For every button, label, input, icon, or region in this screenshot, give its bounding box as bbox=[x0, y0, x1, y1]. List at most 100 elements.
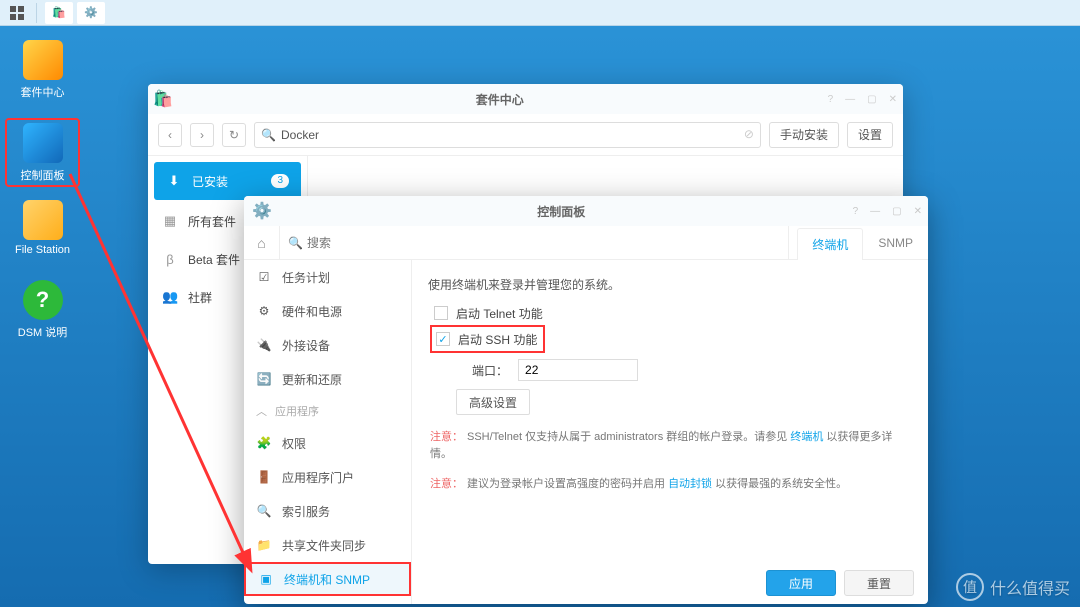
label: Beta 套件 bbox=[188, 251, 240, 268]
task-icon: ☑ bbox=[256, 269, 272, 285]
section-apps[interactable]: ︿ 应用程序 bbox=[244, 396, 411, 426]
sidebar-task-scheduler[interactable]: ☑任务计划 bbox=[244, 260, 411, 294]
titlebar[interactable]: 🛍️ 套件中心 ? — ▢ ✕ bbox=[148, 84, 903, 114]
apply-button[interactable]: 应用 bbox=[766, 570, 836, 596]
window-icon: 🛍️ bbox=[148, 84, 178, 114]
label: 终端机和 SNMP bbox=[284, 571, 370, 588]
label: 启动 Telnet 功能 bbox=[456, 305, 543, 322]
search-icon: 🔍 bbox=[288, 236, 303, 250]
tab-snmp[interactable]: SNMP bbox=[863, 227, 928, 259]
tab-terminal[interactable]: 终端机 bbox=[797, 228, 863, 260]
toolbar: ‹ › ↻ 🔍 ⊘ 手动安装 设置 bbox=[148, 114, 903, 156]
port-input[interactable] bbox=[518, 359, 638, 381]
label: 权限 bbox=[282, 435, 306, 452]
home-button[interactable]: ⌂ bbox=[244, 226, 280, 259]
window-icon: ⚙️ bbox=[248, 197, 276, 225]
window-title: 套件中心 bbox=[178, 91, 822, 108]
sidebar-external-devices[interactable]: 🔌外接设备 bbox=[244, 328, 411, 362]
portal-icon: 🚪 bbox=[256, 469, 272, 485]
port-label: 端口： bbox=[472, 362, 508, 379]
sidebar-terminal-snmp[interactable]: ▣ 终端机和 SNMP bbox=[244, 562, 411, 596]
ssh-row[interactable]: ✓ 启动 SSH 功能 bbox=[430, 325, 545, 353]
help-icon: ? bbox=[23, 280, 63, 320]
minimize-icon[interactable]: — bbox=[839, 94, 861, 105]
close-icon[interactable]: ✕ bbox=[883, 94, 903, 105]
desktop-file-station[interactable]: File Station bbox=[5, 200, 80, 256]
refresh-icon: 🔄 bbox=[256, 371, 272, 387]
description: 使用终端机来登录并管理您的系统。 bbox=[428, 276, 912, 293]
package-icon bbox=[23, 40, 63, 80]
control-panel-window: ⚙️ 控制面板 ? — ▢ ✕ ⌂ 🔍 终端机 SNMP ☑任务计划 ⚙ 硬件和电… bbox=[244, 196, 928, 604]
help-icon[interactable]: ? bbox=[847, 206, 865, 217]
note-ssh: 注意：SSH/Telnet 仅支持从属于 administrators 群组的帐… bbox=[430, 429, 912, 462]
checkbox[interactable] bbox=[434, 306, 448, 320]
label: 应用程序门户 bbox=[282, 469, 354, 486]
telnet-row[interactable]: 启动 Telnet 功能 bbox=[434, 301, 912, 325]
community-icon: 👥 bbox=[162, 289, 178, 305]
settings-button[interactable]: 设置 bbox=[847, 122, 893, 148]
grid-icon: ▦ bbox=[162, 213, 178, 229]
desktop-dsm-help[interactable]: ? DSM 说明 bbox=[5, 280, 80, 340]
search-icon: 🔍 bbox=[261, 128, 276, 142]
sidebar-folder-sync[interactable]: 📁 共享文件夹同步 bbox=[244, 528, 411, 562]
label: 社群 bbox=[188, 289, 212, 306]
chevron-up-icon: ︿ bbox=[256, 403, 267, 419]
manual-install-button[interactable]: 手动安装 bbox=[769, 122, 839, 148]
maximize-icon[interactable]: ▢ bbox=[861, 94, 882, 105]
count-badge: 3 bbox=[271, 174, 289, 188]
label: 已安装 bbox=[192, 173, 228, 190]
taskbar-pkg[interactable]: 🛍️ bbox=[45, 2, 73, 24]
checkbox[interactable]: ✓ bbox=[436, 332, 450, 346]
maximize-icon[interactable]: ▢ bbox=[886, 206, 907, 217]
sync-icon: 📁 bbox=[256, 537, 272, 553]
search-box: 🔍 ⊘ bbox=[254, 122, 761, 148]
sub-toolbar: ⌂ 🔍 终端机 SNMP bbox=[244, 226, 928, 260]
key-icon: 🧩 bbox=[256, 435, 272, 451]
taskbar-cp[interactable]: ⚙️ bbox=[77, 2, 105, 24]
thumb-icon: 值 bbox=[956, 573, 984, 601]
usb-icon: 🔌 bbox=[256, 337, 272, 353]
sidebar-hardware[interactable]: ⚙ 硬件和电源 bbox=[244, 294, 411, 328]
search-input[interactable] bbox=[307, 232, 437, 254]
separator bbox=[36, 3, 37, 23]
nav-refresh[interactable]: ↻ bbox=[222, 123, 246, 147]
download-icon: ⬇ bbox=[166, 173, 182, 189]
window-title: 控制面板 bbox=[276, 203, 847, 220]
desktop-pkg-center[interactable]: 套件中心 bbox=[5, 40, 80, 100]
sidebar-app-portal[interactable]: 🚪 应用程序门户 bbox=[244, 460, 411, 494]
nav-back[interactable]: ‹ bbox=[158, 123, 182, 147]
control-panel-icon bbox=[23, 123, 63, 163]
beta-icon: β bbox=[162, 252, 178, 267]
label: 应用程序 bbox=[275, 403, 319, 419]
sidebar-indexing[interactable]: 🔍索引服务 bbox=[244, 494, 411, 528]
advanced-button[interactable]: 高级设置 bbox=[456, 389, 530, 415]
note-autoblock: 注意：建议为登录帐户设置高强度的密码并启用 自动封锁 以获得最强的系统安全性。 bbox=[430, 476, 912, 493]
label: 套件中心 bbox=[5, 84, 80, 100]
titlebar[interactable]: ⚙️ 控制面板 ? — ▢ ✕ bbox=[244, 196, 928, 226]
reset-button[interactable]: 重置 bbox=[844, 570, 914, 596]
sidebar-privileges[interactable]: 🧩 权限 bbox=[244, 426, 411, 460]
nav-forward[interactable]: › bbox=[190, 123, 214, 147]
watermark: 值 什么值得买 bbox=[956, 573, 1070, 601]
label: 控制面板 bbox=[7, 167, 78, 183]
label: 所有套件 bbox=[188, 213, 236, 230]
apps-button[interactable] bbox=[6, 4, 28, 22]
help-icon[interactable]: ? bbox=[822, 94, 840, 105]
gear-icon: ⚙ bbox=[256, 303, 272, 319]
search-input[interactable] bbox=[254, 122, 761, 148]
label: 硬件和电源 bbox=[282, 303, 342, 320]
label: 共享文件夹同步 bbox=[282, 537, 366, 554]
label: 启动 SSH 功能 bbox=[458, 331, 537, 348]
close-icon[interactable]: ✕ bbox=[908, 206, 928, 217]
terminal-link[interactable]: 终端机 bbox=[790, 431, 823, 443]
minimize-icon[interactable]: — bbox=[864, 206, 886, 217]
desktop-control-panel[interactable]: 控制面板 bbox=[5, 118, 80, 187]
search-icon: 🔍 bbox=[256, 503, 272, 519]
terminal-icon: ▣ bbox=[258, 571, 274, 587]
clear-icon[interactable]: ⊘ bbox=[744, 127, 754, 141]
sidebar-installed[interactable]: ⬇ 已安装 3 bbox=[154, 162, 301, 200]
sidebar-update-restore[interactable]: 🔄更新和还原 bbox=[244, 362, 411, 396]
taskbar: 🛍️ ⚙️ bbox=[0, 0, 1080, 26]
autoblock-link[interactable]: 自动封锁 bbox=[668, 478, 712, 490]
tabs: 终端机 SNMP bbox=[797, 227, 928, 259]
